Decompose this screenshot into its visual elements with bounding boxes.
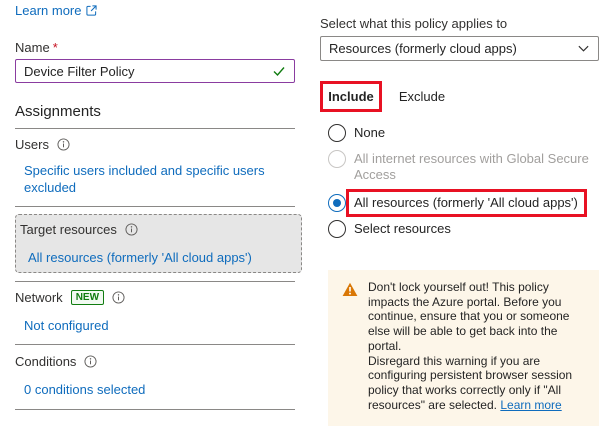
target-resources-label: Target resources — [20, 222, 138, 237]
network-label: Network NEW — [15, 290, 125, 305]
target-resources-link[interactable]: All resources (formerly 'All cloud apps'… — [28, 249, 288, 266]
assignments-title: Assignments — [15, 103, 101, 120]
radio-label: None — [354, 125, 386, 140]
radio-select-resources[interactable]: Select resources — [328, 220, 451, 238]
warning-message-2: Disregard this warning if you are config… — [368, 354, 589, 413]
warning-banner: Don't lock yourself out! This policy imp… — [328, 270, 599, 426]
new-badge: NEW — [70, 290, 105, 305]
radio-internet-resources: All internet resources with Global Secur… — [328, 150, 596, 183]
chevron-down-icon — [578, 45, 589, 52]
divider — [15, 409, 295, 410]
tab-exclude[interactable]: Exclude — [397, 81, 447, 112]
warning-learn-more-link[interactable]: Learn more — [500, 398, 561, 412]
target-resources-label-text: Target resources — [20, 222, 117, 237]
divider — [15, 206, 295, 207]
applies-to-value: Resources (formerly cloud apps) — [329, 41, 517, 56]
required-mark: * — [52, 40, 58, 55]
policy-name-value: Device Filter Policy — [24, 63, 135, 79]
divider — [15, 128, 295, 129]
name-label-text: Name — [15, 40, 50, 55]
learn-more-link[interactable]: Learn more — [15, 3, 98, 18]
radio-button — [328, 150, 346, 168]
conditions-label: Conditions — [15, 354, 97, 369]
info-icon[interactable] — [84, 355, 97, 368]
info-icon[interactable] — [112, 291, 125, 304]
info-icon[interactable] — [125, 223, 138, 236]
radio-all-resources[interactable]: All resources (formerly 'All cloud apps'… — [328, 194, 578, 212]
learn-more-label: Learn more — [15, 3, 82, 18]
radio-label: Select resources — [354, 221, 451, 236]
external-link-icon — [86, 5, 98, 16]
users-label-text: Users — [15, 137, 49, 152]
divider — [15, 281, 295, 282]
warning-text: Don't lock yourself out! This policy imp… — [368, 280, 589, 426]
radio-button[interactable] — [328, 124, 346, 142]
applies-to-label: Select what this policy applies to — [320, 16, 508, 31]
name-label: Name * — [15, 40, 58, 55]
radio-label: All internet resources with Global Secur… — [354, 151, 589, 182]
network-label-text: Network — [15, 290, 63, 305]
radio-label: All resources (formerly 'All cloud apps'… — [354, 195, 578, 210]
users-label: Users — [15, 137, 70, 152]
tab-include[interactable]: Include — [320, 81, 382, 112]
users-link[interactable]: Specific users included and specific use… — [24, 162, 284, 196]
conditions-label-text: Conditions — [15, 354, 77, 369]
conditions-link[interactable]: 0 conditions selected — [24, 381, 284, 398]
warning-icon — [342, 282, 358, 296]
applies-to-dropdown[interactable]: Resources (formerly cloud apps) — [320, 36, 599, 61]
radio-button[interactable] — [328, 194, 346, 212]
warning-message: Don't lock yourself out! This policy imp… — [368, 280, 570, 353]
divider — [15, 344, 295, 345]
radio-button[interactable] — [328, 220, 346, 238]
checkmark-icon — [273, 67, 285, 77]
policy-name-input[interactable]: Device Filter Policy — [15, 59, 295, 83]
info-icon[interactable] — [57, 138, 70, 151]
network-link[interactable]: Not configured — [24, 317, 284, 334]
radio-none[interactable]: None — [328, 124, 385, 142]
